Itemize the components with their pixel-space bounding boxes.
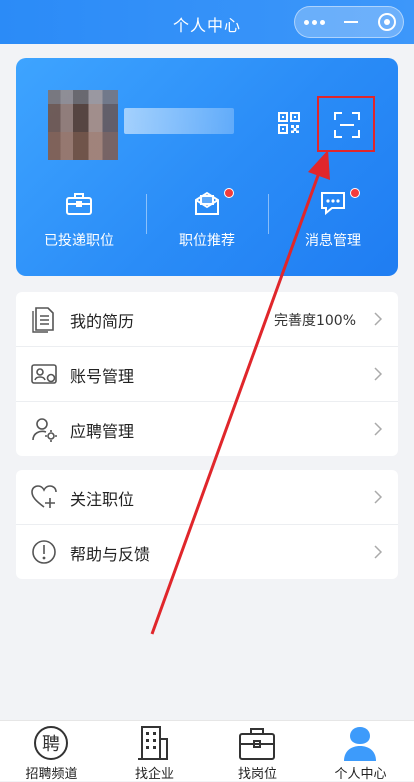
building-icon xyxy=(138,726,168,760)
chevron-right-icon xyxy=(374,312,383,326)
tab-label: 找岗位 xyxy=(237,767,277,782)
briefcase-icon xyxy=(66,193,92,215)
message-manage-button[interactable]: 消息管理 xyxy=(278,186,388,256)
chevron-right-icon xyxy=(374,422,383,436)
job-bag-icon xyxy=(239,728,275,760)
notification-badge xyxy=(224,188,234,198)
applied-jobs-button[interactable]: 已投递职位 xyxy=(24,186,134,256)
account-card-icon xyxy=(31,364,57,384)
recruit-channel-icon: 聘 xyxy=(34,726,68,760)
person-icon xyxy=(344,727,376,761)
minus-icon xyxy=(344,21,358,23)
tab-label: 招聘频道 xyxy=(25,767,78,782)
menu-group-secondary: 关注职位 帮助与反馈 xyxy=(16,470,398,579)
svg-text:聘: 聘 xyxy=(42,734,60,755)
miniprogram-capsule xyxy=(294,6,404,38)
message-manage-label: 消息管理 xyxy=(305,233,361,249)
job-recommend-button[interactable]: 职位推荐 xyxy=(152,186,262,256)
dot-icon xyxy=(304,20,309,25)
user-settings-icon xyxy=(32,418,57,442)
tab-find-company[interactable]: 找企业 xyxy=(103,721,206,782)
divider xyxy=(268,194,269,234)
chevron-right-icon xyxy=(374,367,383,381)
avatar[interactable] xyxy=(48,90,118,160)
menu-item-label: 我的简历 xyxy=(70,312,135,331)
chevron-right-icon xyxy=(374,545,383,559)
menu-item-help[interactable]: 帮助与反馈 xyxy=(16,525,398,579)
menu-item-applications[interactable]: 应聘管理 xyxy=(16,402,398,456)
menu-item-resume[interactable]: 我的简历 完善度100% xyxy=(16,292,398,347)
close-miniprogram-button[interactable] xyxy=(369,7,405,37)
chevron-right-icon xyxy=(374,490,383,504)
tab-find-job[interactable]: 找岗位 xyxy=(206,721,309,782)
qr-code-icon[interactable] xyxy=(278,112,300,134)
notification-badge xyxy=(350,188,360,198)
target-dot-icon xyxy=(384,19,390,25)
menu-group-main: 我的简历 完善度100% 账号管理 应聘管理 xyxy=(16,292,398,456)
menu-item-label: 关注职位 xyxy=(70,490,135,509)
more-options-button[interactable] xyxy=(297,7,333,37)
message-icon xyxy=(321,192,345,216)
minimize-button[interactable] xyxy=(333,7,369,37)
scan-highlight-box xyxy=(317,96,375,152)
tab-label: 找企业 xyxy=(134,767,174,782)
dot-icon xyxy=(312,20,317,25)
tab-recruit-channel[interactable]: 聘 招聘频道 xyxy=(0,721,103,782)
bottom-tab-bar: 聘 招聘频道 找企业 找岗位 个人中心 xyxy=(0,720,414,782)
heart-plus-icon xyxy=(31,485,57,508)
resume-completeness: 完善度100% xyxy=(273,313,356,329)
top-navigation-bar: 个人中心 xyxy=(0,0,414,44)
tab-personal-center[interactable]: 个人中心 xyxy=(309,721,412,782)
dot-icon xyxy=(320,20,325,25)
profile-card: 已投递职位 职位推荐 消息管理 xyxy=(16,58,398,276)
applied-jobs-label: 已投递职位 xyxy=(44,233,114,249)
menu-item-label: 账号管理 xyxy=(70,367,135,386)
help-icon xyxy=(32,540,56,564)
menu-item-followed-jobs[interactable]: 关注职位 xyxy=(16,470,398,525)
menu-item-label: 帮助与反馈 xyxy=(70,545,151,564)
tab-label: 个人中心 xyxy=(334,767,387,782)
menu-item-label: 应聘管理 xyxy=(70,422,135,441)
menu-item-account[interactable]: 账号管理 xyxy=(16,347,398,402)
resume-icon xyxy=(32,307,54,333)
recommend-mail-icon xyxy=(195,191,219,215)
username-blurred xyxy=(124,108,234,134)
divider xyxy=(146,194,147,234)
job-recommend-label: 职位推荐 xyxy=(179,233,235,249)
